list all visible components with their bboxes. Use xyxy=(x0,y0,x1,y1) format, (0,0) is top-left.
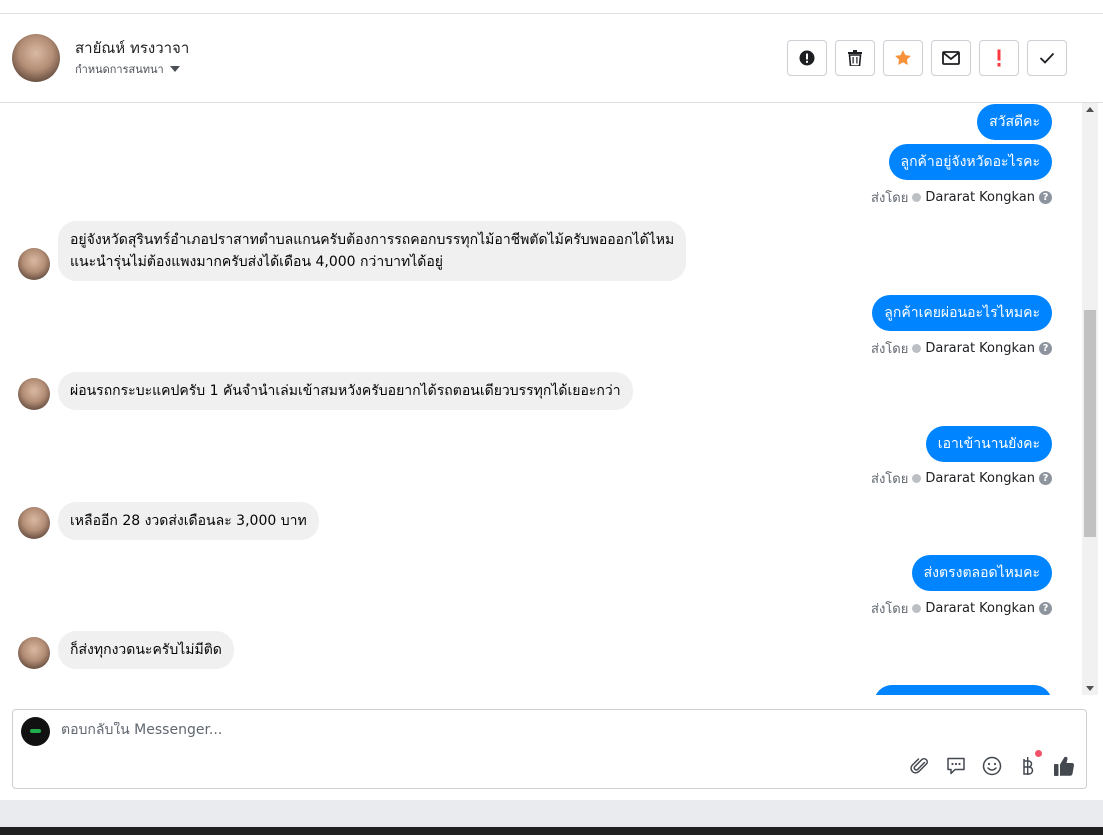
page-footer-background xyxy=(0,800,1103,827)
outgoing-message-partial[interactable] xyxy=(874,685,1052,695)
alert-icon xyxy=(799,50,815,66)
conversation-settings-dropdown[interactable]: กำหนดการสนทนา xyxy=(75,60,180,78)
scroll-down-icon[interactable] xyxy=(1086,686,1094,691)
top-strip xyxy=(0,0,1103,14)
help-icon[interactable]: ? xyxy=(1039,472,1052,485)
page-avatar xyxy=(21,717,50,746)
thumbs-up-icon xyxy=(1054,756,1075,776)
thread-scrollbar[interactable] xyxy=(1082,103,1098,695)
mark-unread-button[interactable] xyxy=(931,40,971,76)
star-button[interactable] xyxy=(883,40,923,76)
payment-button[interactable] xyxy=(1016,750,1042,778)
composer-tools xyxy=(908,750,1076,778)
notification-dot xyxy=(1035,750,1042,757)
sent-by-label: ส่งโดย xyxy=(871,191,909,206)
mark-spam-button[interactable] xyxy=(787,40,827,76)
outgoing-message[interactable]: ลูกค้าอยู่จังหวัดอะไรคะ xyxy=(888,144,1052,180)
outgoing-message[interactable]: สวัสดีคะ xyxy=(977,104,1052,140)
sent-by-line: ส่งโดย Dararat Kongkan ? xyxy=(871,338,1052,359)
sent-by-line: ส่งโดย Dararat Kongkan ? xyxy=(871,468,1052,489)
star-icon xyxy=(895,50,911,66)
reply-input[interactable] xyxy=(61,722,661,738)
avatar[interactable] xyxy=(18,248,50,280)
mark-done-button[interactable] xyxy=(1027,40,1067,76)
incoming-message[interactable]: ผ่อนรถกระบะแคปครับ 1 คันจำนำเล่มเข้าสมหว… xyxy=(58,372,633,410)
paperclip-icon xyxy=(910,757,928,774)
avatar[interactable] xyxy=(18,507,50,539)
message-thread[interactable]: สวัสดีคะ ลูกค้าอยู่จังหวัดอะไรคะ ส่งโดย … xyxy=(0,103,1082,695)
message-line: แนะนำรุ่นไม่ต้องแพงมากครับส่งได้เดือน 4,… xyxy=(70,254,443,270)
like-button[interactable] xyxy=(1052,754,1076,778)
exclamation-icon xyxy=(997,49,1001,67)
emoji-icon xyxy=(982,756,1002,776)
agent-name[interactable]: Dararat Kongkan xyxy=(925,601,1035,616)
sent-by-line: ส่งโดย Dararat Kongkan ? xyxy=(871,598,1052,619)
help-icon[interactable]: ? xyxy=(1039,191,1052,204)
outgoing-message[interactable]: ลูกค้าเคยผ่อนอะไรไหมคะ xyxy=(872,295,1052,331)
status-dot-icon xyxy=(912,344,922,353)
sent-by-label: ส่งโดย xyxy=(871,472,909,487)
incoming-message[interactable]: เหลืออีก 28 งวดส่งเดือนละ 3,000 บาท xyxy=(58,502,319,540)
follow-up-button[interactable] xyxy=(979,40,1019,76)
saved-reply-icon xyxy=(947,757,965,775)
scrollbar-thumb[interactable] xyxy=(1084,310,1096,537)
status-dot-icon xyxy=(912,193,922,202)
checkmark-icon xyxy=(1039,52,1055,64)
help-icon[interactable]: ? xyxy=(1039,602,1052,615)
message-line: อยู่จังหวัดสุรินทร์อำเภอปราสาทตำบลแกนครั… xyxy=(70,232,675,248)
conversation-settings-label: กำหนดการสนทนา xyxy=(75,63,164,76)
header-actions xyxy=(787,40,1067,76)
outgoing-message[interactable]: ส่งตรงตลอดไหมคะ xyxy=(911,555,1052,591)
os-taskbar xyxy=(0,827,1103,835)
incoming-message[interactable]: ก็ส่งทุกงวดนะครับไม่มีติด xyxy=(58,631,234,669)
sent-by-label: ส่งโดย xyxy=(871,602,909,617)
caret-down-icon xyxy=(169,66,180,72)
agent-name[interactable]: Dararat Kongkan xyxy=(925,471,1035,486)
baht-icon xyxy=(1023,757,1034,775)
emoji-button[interactable] xyxy=(980,754,1004,778)
delete-button[interactable] xyxy=(835,40,875,76)
trash-icon xyxy=(848,50,862,66)
envelope-icon xyxy=(942,51,960,65)
status-dot-icon xyxy=(912,604,922,613)
help-icon[interactable]: ? xyxy=(1039,342,1052,355)
avatar[interactable] xyxy=(12,34,60,82)
contact-name[interactable]: สายัณห์ ทรงวาจา xyxy=(75,36,189,60)
scroll-up-icon[interactable] xyxy=(1086,107,1094,112)
attach-button[interactable] xyxy=(908,754,932,778)
conversation-header: สายัณห์ ทรงวาจา กำหนดการสนทนา xyxy=(0,14,1103,103)
status-dot-icon xyxy=(912,474,922,483)
agent-name[interactable]: Dararat Kongkan xyxy=(925,341,1035,356)
reply-composer xyxy=(12,709,1087,789)
avatar[interactable] xyxy=(18,378,50,410)
incoming-message[interactable]: อยู่จังหวัดสุรินทร์อำเภอปราสาทตำบลแกนครั… xyxy=(58,221,687,281)
saved-replies-button[interactable] xyxy=(944,754,968,778)
agent-name[interactable]: Dararat Kongkan xyxy=(925,190,1035,205)
sent-by-line: ส่งโดย Dararat Kongkan ? xyxy=(871,187,1052,208)
avatar[interactable] xyxy=(18,637,50,669)
sent-by-label: ส่งโดย xyxy=(871,342,909,357)
outgoing-message[interactable]: เอาเข้านานยังคะ xyxy=(925,426,1052,462)
